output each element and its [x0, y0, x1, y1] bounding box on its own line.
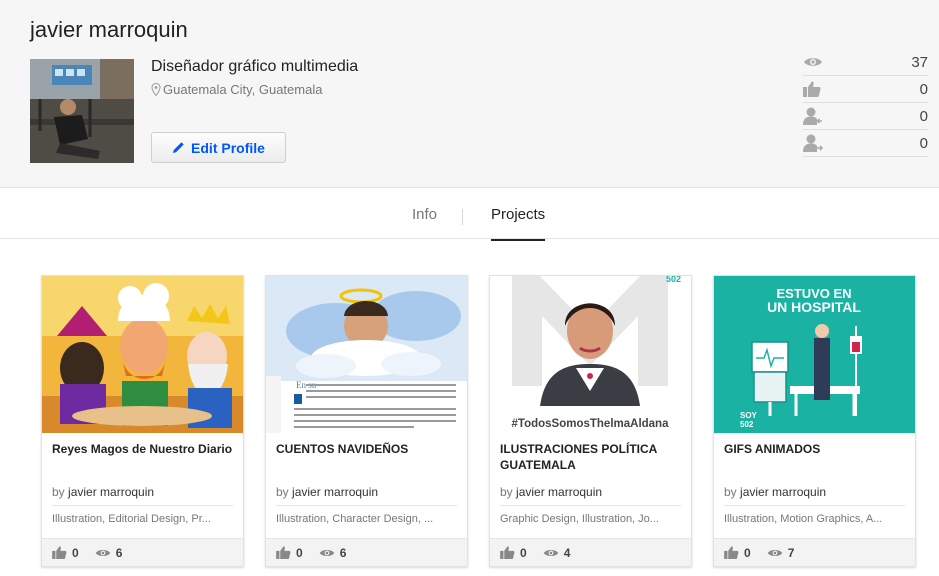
project-stats: 0 4: [490, 538, 691, 566]
stat-followers-value: 0: [919, 107, 928, 125]
project-fields: Illustration, Motion Graphics, A...: [724, 513, 883, 525]
card-divider: [276, 505, 457, 506]
owner-prefix: by: [500, 485, 513, 499]
edit-profile-button[interactable]: Edit Profile: [151, 132, 286, 163]
following-icon: [803, 134, 825, 152]
project-title[interactable]: GIFS ANIMADOS: [724, 441, 909, 457]
thumbs-up-icon: [276, 546, 291, 559]
project-title[interactable]: Reyes Magos de Nuestro Diario: [52, 441, 237, 457]
eye-icon: [803, 53, 825, 71]
project-title[interactable]: CUENTOS NAVIDEÑOS: [276, 441, 461, 457]
cover-hashtag: #TodosSomosThelmaAldana: [512, 418, 670, 430]
project-owner: by javier marroquin: [500, 485, 602, 499]
project-fields: Illustration, Character Design, ...: [276, 513, 434, 525]
owner-prefix: by: [724, 485, 737, 499]
appreciation-count: 0: [744, 545, 751, 560]
location-pin-icon: [151, 83, 161, 96]
thumbs-up-icon: [500, 546, 515, 559]
project-stats: 0 7: [714, 538, 915, 566]
project-card[interactable]: ESTUVO EN UN HOSPITAL SOY 502 GIFS ANIMA…: [713, 275, 916, 567]
stat-views: 37: [803, 49, 928, 76]
project-card[interactable]: En su CUENTOS NAVIDEÑOS by javier marroq…: [265, 275, 468, 567]
stat-appreciations-value: 0: [919, 80, 928, 98]
project-title[interactable]: ILUSTRACIONES POLÍTICA GUATEMALA: [500, 441, 685, 473]
profile-header: javier marroquin Diseñador gráfico multi…: [0, 0, 939, 188]
thumbs-up-icon: [803, 80, 825, 98]
pencil-icon: [173, 142, 184, 153]
eye-icon: [319, 549, 334, 556]
owner-prefix: by: [276, 485, 289, 499]
cover-line-2: UN HOSPITAL: [767, 299, 861, 315]
stat-following-value: 0: [919, 134, 928, 152]
card-divider: [500, 505, 681, 506]
project-owner: by javier marroquin: [276, 485, 378, 499]
owner-link[interactable]: javier marroquin: [68, 485, 154, 499]
appreciation-count: 0: [72, 545, 79, 560]
card-divider: [724, 505, 905, 506]
profile-stats: 37 0 0 0: [803, 49, 928, 157]
eye-icon: [95, 549, 110, 556]
occupation: Diseñador gráfico multimedia: [151, 58, 359, 75]
owner-link[interactable]: javier marroquin: [740, 485, 826, 499]
project-stats: 0 6: [42, 538, 243, 566]
location-text: Guatemala City, Guatemala: [163, 82, 323, 97]
appreciation-count: 0: [520, 545, 527, 560]
project-cover[interactable]: ESTUVO EN UN HOSPITAL SOY 502: [714, 276, 915, 433]
eye-icon: [543, 549, 558, 556]
owner-link[interactable]: javier marroquin: [292, 485, 378, 499]
thumbs-up-icon: [52, 546, 67, 559]
eye-icon: [767, 549, 782, 556]
project-stats: 0 6: [266, 538, 467, 566]
project-card[interactable]: Reyes Magos de Nuestro Diario by javier …: [41, 275, 244, 567]
tab-divider: [462, 209, 463, 225]
project-owner: by javier marroquin: [52, 485, 154, 499]
followers-icon: [803, 107, 825, 125]
stat-appreciations: 0: [803, 76, 928, 103]
card-divider: [52, 505, 233, 506]
view-count: 4: [563, 545, 571, 560]
project-card[interactable]: #TodosSomosThelmaAldana 502 ILUSTRACIONE…: [489, 275, 692, 567]
project-cover[interactable]: En su: [266, 276, 467, 433]
user-name: javier marroquin: [30, 17, 188, 42]
project-cover[interactable]: #TodosSomosThelmaAldana 502: [490, 276, 691, 433]
appreciation-count: 0: [296, 545, 303, 560]
owner-prefix: by: [52, 485, 65, 499]
project-cover[interactable]: [42, 276, 243, 433]
view-count: 6: [339, 545, 347, 560]
owner-link[interactable]: javier marroquin: [516, 485, 602, 499]
project-fields: Illustration, Editorial Design, Pr...: [52, 513, 211, 525]
profile-tabs: Info Projects: [0, 189, 939, 241]
svg-text:SOY: SOY: [740, 411, 758, 420]
stat-views-value: 37: [911, 53, 928, 71]
stat-followers: 0: [803, 103, 928, 130]
svg-text:502: 502: [666, 276, 681, 284]
project-owner: by javier marroquin: [724, 485, 826, 499]
view-count: 7: [787, 545, 795, 560]
view-count: 6: [115, 545, 123, 560]
tab-info[interactable]: Info: [412, 206, 437, 223]
stat-following: 0: [803, 130, 928, 157]
svg-text:502: 502: [740, 420, 754, 429]
tab-projects[interactable]: Projects: [491, 206, 546, 241]
location: Guatemala City, Guatemala: [151, 82, 322, 97]
edit-profile-label: Edit Profile: [191, 139, 265, 156]
project-fields: Graphic Design, Illustration, Jo...: [500, 513, 659, 525]
thumbs-up-icon: [724, 546, 739, 559]
avatar[interactable]: [30, 59, 134, 163]
